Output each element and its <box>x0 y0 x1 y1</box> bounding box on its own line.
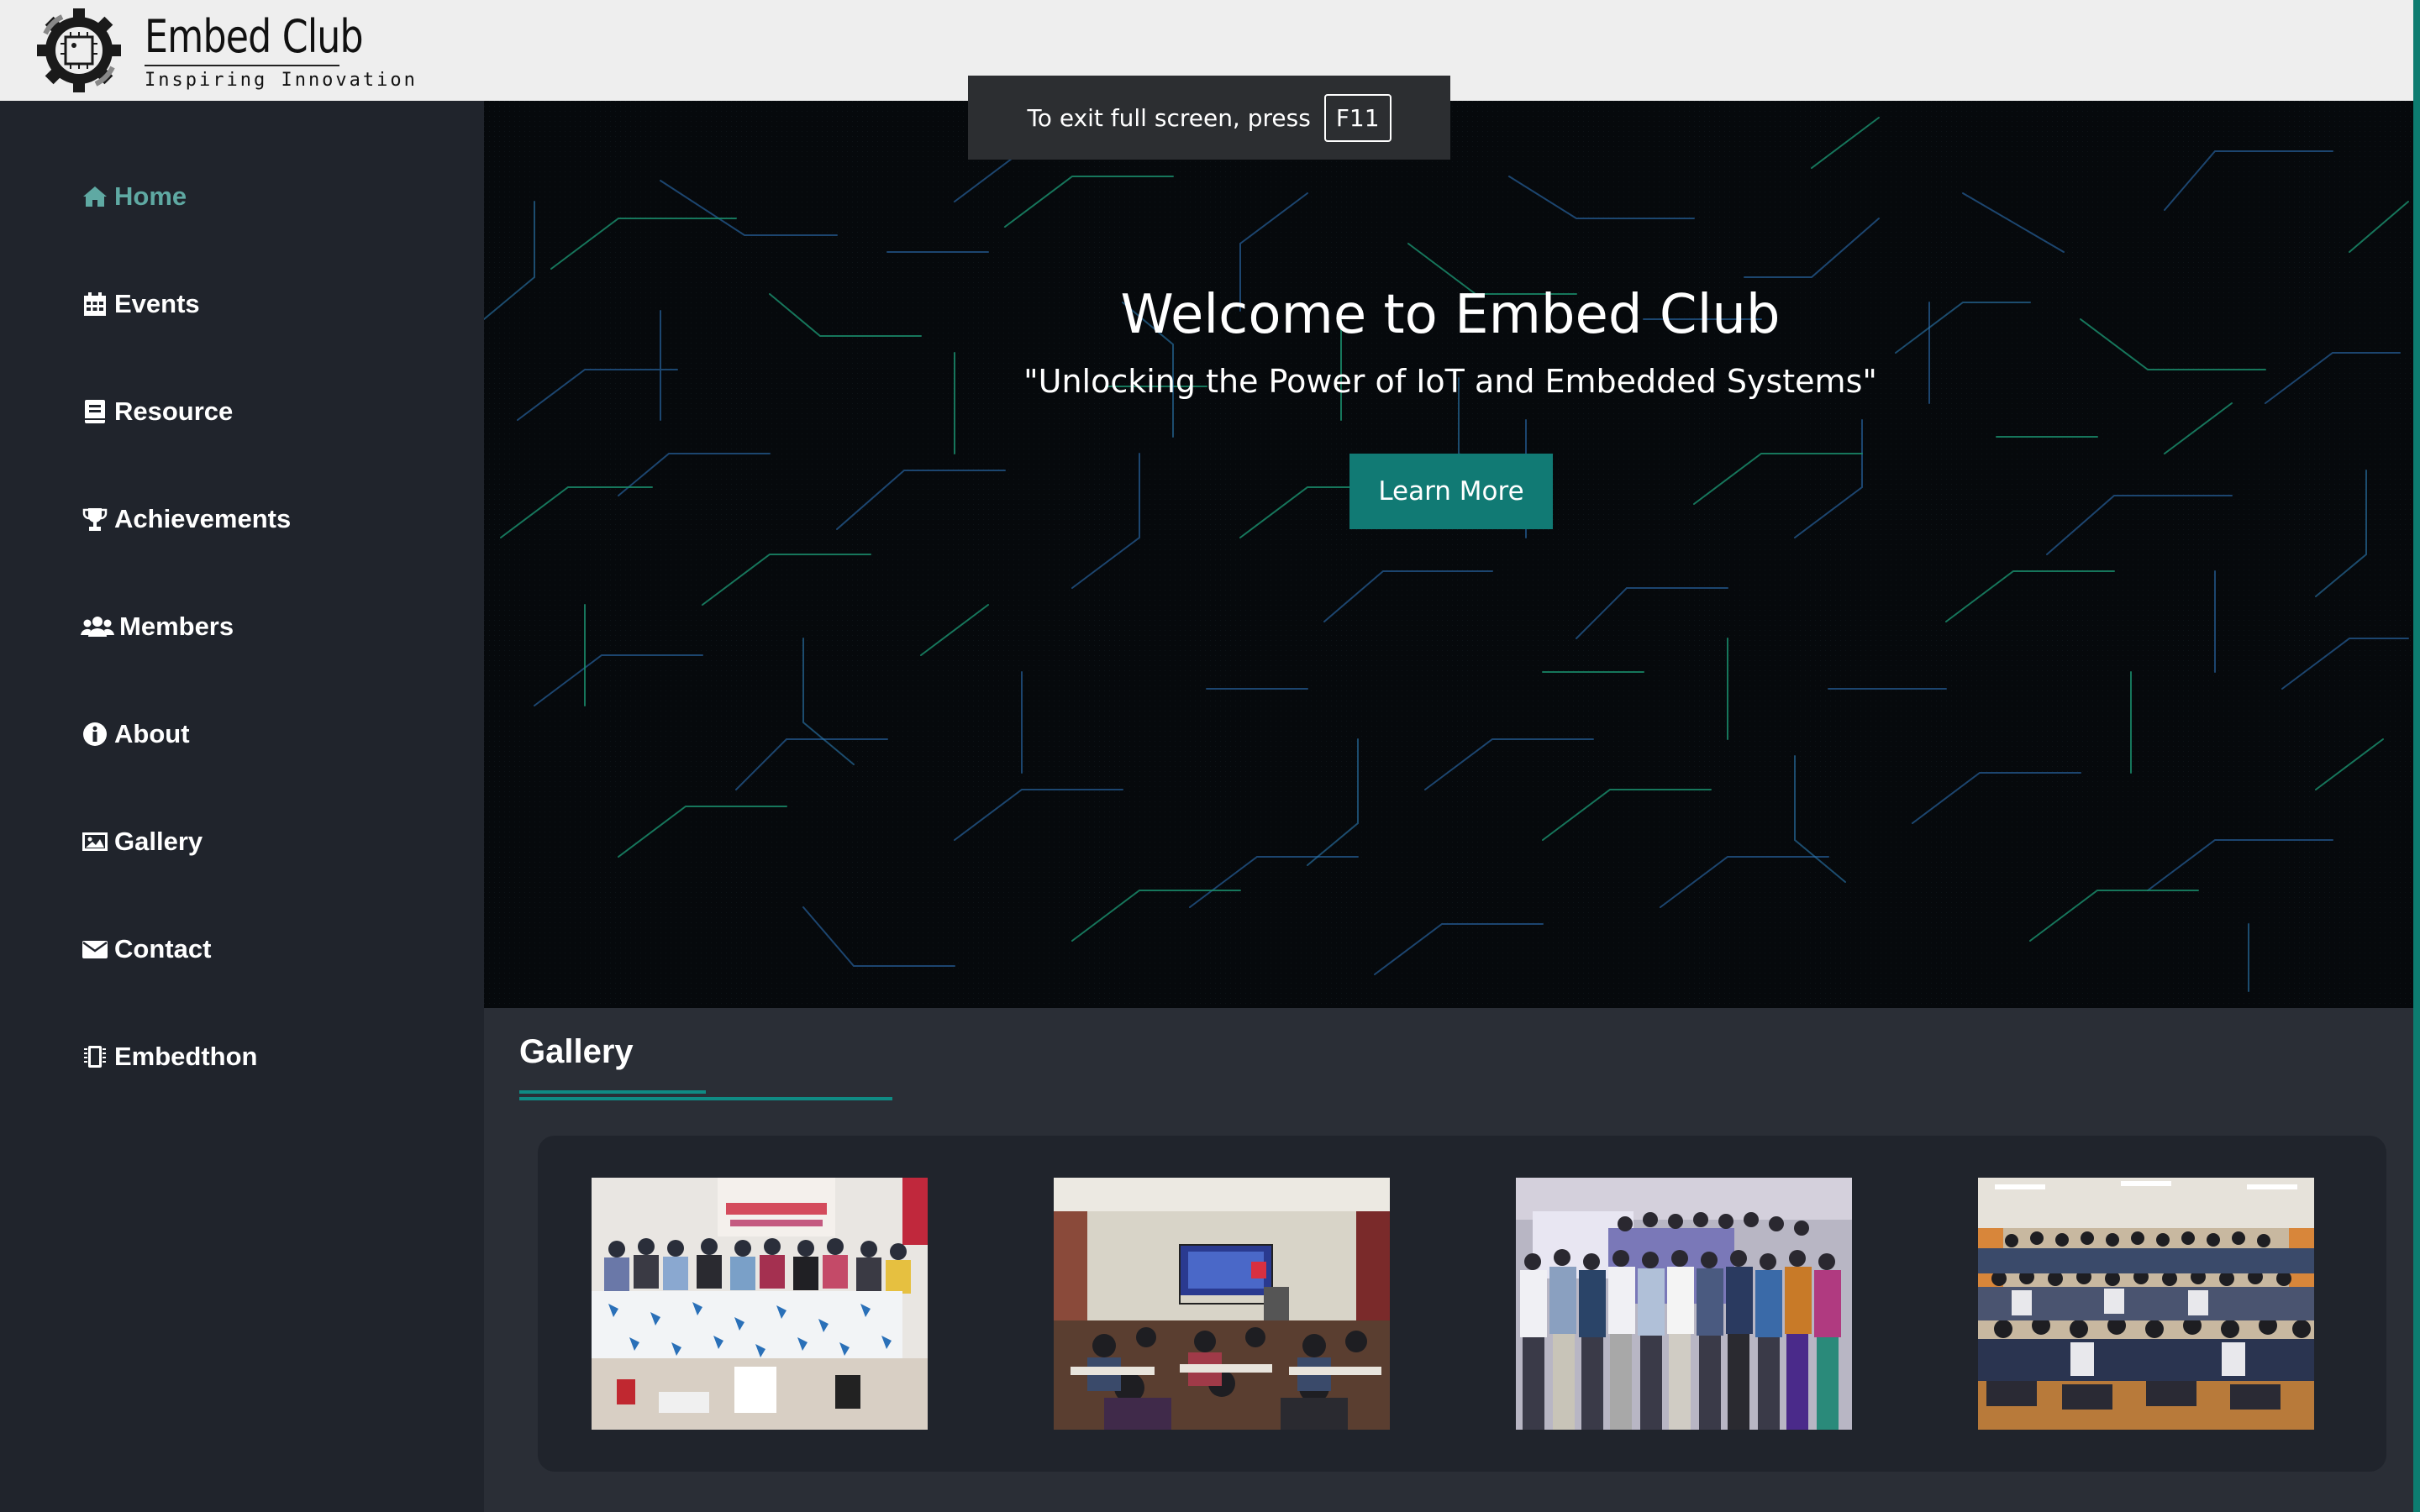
users-icon <box>81 612 114 641</box>
gallery-photo-4[interactable] <box>1978 1178 2314 1430</box>
circuit-background <box>484 101 2413 1008</box>
trophy-icon <box>81 505 109 533</box>
hero-title: Welcome to Embed Club <box>1120 284 1781 346</box>
gallery-heading: Gallery <box>519 1033 634 1070</box>
sidebar-item-label: Members <box>119 612 234 641</box>
sidebar-item-label: Contact <box>114 934 212 963</box>
book-icon <box>81 397 109 426</box>
chip-icon <box>81 1042 109 1071</box>
gallery-photo-3[interactable] <box>1516 1178 1852 1430</box>
site-logo[interactable]: Embed Club Inspiring Innovation <box>32 3 418 97</box>
sidebar-item-gallery[interactable]: Gallery <box>81 816 203 867</box>
sidebar-item-label: Resource <box>114 396 234 426</box>
classroom-presentation-icon <box>1054 1178 1390 1430</box>
fullscreen-notice-text: To exit full screen, press <box>1027 103 1311 132</box>
calendar-icon <box>81 290 109 318</box>
gear-chip-logo-icon <box>37 8 121 92</box>
group-photo-event-banner-icon <box>592 1178 928 1430</box>
group-photo-standing-icon <box>1516 1178 1852 1430</box>
hero-subtitle: "Unlocking the Power of IoT and Embedded… <box>1023 363 1877 400</box>
f11-key-badge: F11 <box>1323 93 1392 142</box>
sidebar-item-members[interactable]: Members <box>81 601 234 652</box>
fullscreen-exit-notice: To exit full screen, press F11 <box>968 76 1450 160</box>
logo-tagline: Inspiring Innovation <box>145 69 418 91</box>
home-icon <box>81 182 109 211</box>
gallery-section: Gallery <box>484 1008 2413 1512</box>
sidebar-item-embedthon[interactable]: Embedthon <box>81 1032 258 1082</box>
learn-more-button[interactable]: Learn More <box>1349 454 1553 529</box>
logo-title: Embed Club <box>145 9 364 63</box>
logo-divider <box>145 64 339 66</box>
sidebar-item-contact[interactable]: Contact <box>81 924 211 974</box>
gallery-photo-2[interactable] <box>1054 1178 1390 1430</box>
gallery-photo-1[interactable] <box>592 1178 928 1430</box>
sidebar-item-label: Achievements <box>114 504 292 533</box>
hero-section: Welcome to Embed Club "Unlocking the Pow… <box>484 101 2413 1008</box>
sidebar-item-resource[interactable]: Resource <box>81 386 233 437</box>
envelope-icon <box>81 935 109 963</box>
sidebar-item-about[interactable]: About <box>81 709 190 759</box>
sidebar-item-achievements[interactable]: Achievements <box>81 494 291 544</box>
scrollbar-accent <box>2413 0 2420 1512</box>
heading-underline <box>519 1097 892 1100</box>
sidebar-item-events[interactable]: Events <box>81 279 200 329</box>
sidebar-item-label: Events <box>114 289 200 318</box>
image-icon <box>81 827 109 856</box>
sidebar-nav: Home Events Resource Achievements Member… <box>0 101 484 1512</box>
sidebar-item-home[interactable]: Home <box>81 171 187 222</box>
sidebar-item-label: Embedthon <box>114 1042 258 1071</box>
sidebar-item-label: About <box>114 719 190 748</box>
info-icon <box>81 720 109 748</box>
heading-underline-short <box>519 1090 706 1094</box>
sidebar-item-label: Gallery <box>114 827 203 856</box>
large-group-photo-icon <box>1978 1178 2314 1430</box>
sidebar-item-label: Home <box>114 181 187 211</box>
gallery-card <box>538 1136 2386 1472</box>
